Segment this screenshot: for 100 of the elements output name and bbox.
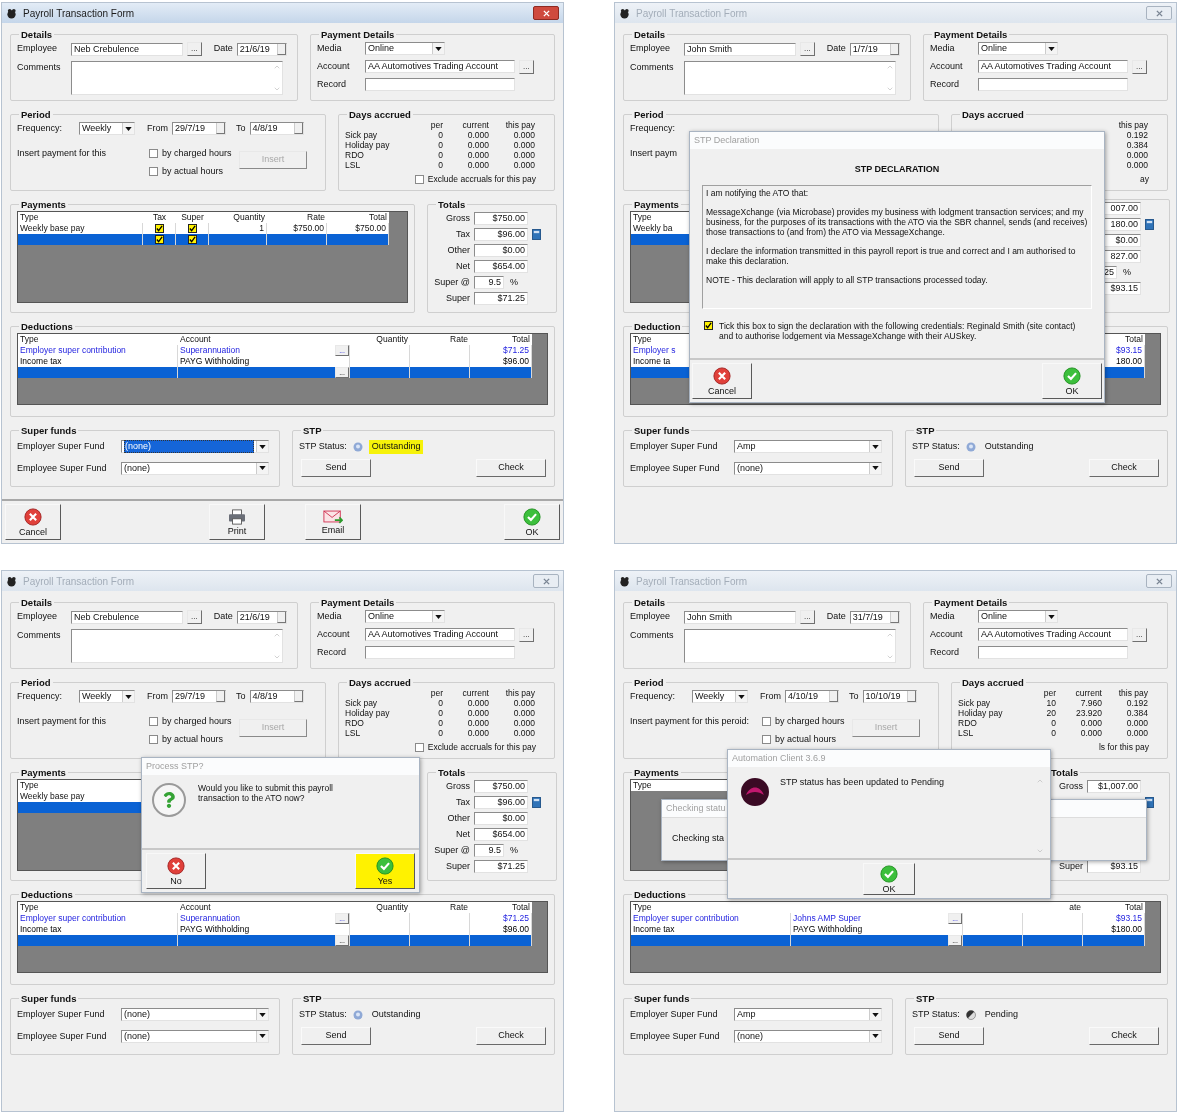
account-field[interactable]: AA Automotives Trading Account [365,628,515,641]
rate-field[interactable]: 9.5 [474,276,504,289]
checkbox[interactable] [149,717,158,727]
date-field[interactable]: 10/10/19 [862,690,917,703]
send-button[interactable]: Send [301,458,371,477]
rate-field[interactable]: 9.5 [474,844,504,857]
frequency-dropdown[interactable]: Weekly [79,122,135,135]
table-row[interactable]: Income tax PAYG Withholding $96.00 [18,924,532,935]
send-button[interactable]: Send [914,458,984,477]
browse-button[interactable]: ... [187,610,202,624]
browse-button[interactable]: ... [187,42,202,56]
print-button[interactable]: Print [209,504,265,540]
employer-fund-dropdown[interactable]: (none) [121,440,269,454]
total-field[interactable]: $1,007.00 [1087,780,1141,793]
check-button[interactable]: Check [476,458,546,477]
employee-field[interactable]: Neb Crebulence [71,610,183,624]
total-field[interactable]: $71.25 [474,860,528,873]
total-field[interactable]: $96.00 [474,796,528,809]
record-field[interactable] [978,645,1128,659]
employer-fund-dropdown[interactable]: (none) [121,1008,269,1022]
browse-button[interactable]: ... [1132,59,1147,74]
checkbox[interactable] [187,235,197,244]
calculator-icon[interactable] [532,229,541,240]
record-field[interactable] [365,77,515,91]
checkbox[interactable] [187,224,197,233]
browse-button[interactable]: ... [519,59,534,74]
record-field[interactable] [365,645,515,659]
checkbox[interactable] [149,149,158,159]
date-field[interactable]: 29/7/19 [172,122,226,135]
close-button[interactable] [533,6,559,20]
cancel-button[interactable]: Cancel [692,363,752,399]
send-button[interactable]: Send [301,1026,371,1045]
date-field[interactable]: 29/7/19 [172,690,226,703]
total-field[interactable]: $71.25 [474,292,528,305]
table-row[interactable] [18,234,389,245]
media-dropdown[interactable]: Online [365,42,445,56]
employee-fund-dropdown[interactable]: (none) [121,1029,269,1043]
total-field[interactable]: $0.00 [474,244,528,257]
checkbox[interactable] [762,734,771,744]
media-dropdown[interactable]: Online [978,610,1058,624]
date-field[interactable]: 31/7/19 [849,610,900,624]
checkbox[interactable] [414,174,424,184]
browse-button[interactable]: ... [519,627,534,642]
date-field[interactable]: 4/8/19 [249,122,304,135]
check-button[interactable]: Check [1089,458,1159,477]
ok-button[interactable]: Yes [355,853,415,889]
date-field[interactable]: 4/10/19 [785,690,839,703]
employee-field[interactable]: John Smith [684,610,796,624]
check-button[interactable]: Check [1089,1026,1159,1045]
frequency-dropdown[interactable]: Weekly [692,690,748,703]
employee-fund-dropdown[interactable]: (none) [734,1029,882,1043]
employee-field[interactable]: Neb Crebulence [71,42,183,56]
calculator-icon[interactable] [1145,219,1154,230]
checkbox[interactable] [762,717,771,727]
account-field[interactable]: AA Automotives Trading Account [365,60,515,73]
ok-button[interactable]: OK [504,504,560,540]
checkbox[interactable] [704,320,713,330]
ok-button[interactable]: OK [1042,363,1102,399]
total-field[interactable]: $0.00 [474,812,528,825]
employee-field[interactable]: John Smith [684,42,796,56]
employer-fund-dropdown[interactable]: Amp [734,440,882,454]
frequency-dropdown[interactable]: Weekly [79,690,135,703]
browse-button[interactable]: ... [1132,627,1147,642]
check-button[interactable]: Check [476,1026,546,1045]
table-row[interactable]: Income tax PAYG Withholding $180.00 [631,924,1145,935]
table-row[interactable]: Income tax PAYG Withholding $96.00 [18,356,532,367]
browse-button[interactable]: ... [800,42,815,56]
date-field[interactable]: 1/7/19 [849,42,900,56]
total-field[interactable]: $750.00 [474,212,528,225]
browse-button[interactable]: ... [800,610,815,624]
caret-icon [872,1012,879,1017]
calculator-icon[interactable] [532,797,541,808]
ok-button[interactable]: OK [863,863,915,895]
total-field[interactable]: $654.00 [474,260,528,273]
account-field[interactable]: AA Automotives Trading Account [978,628,1128,641]
email-button[interactable]: Email [305,504,361,540]
checkbox[interactable] [414,742,424,752]
media-dropdown[interactable]: Online [978,42,1058,56]
employee-fund-dropdown[interactable]: (none) [734,461,882,475]
checkbox[interactable] [149,734,158,744]
employee-fund-dropdown[interactable]: (none) [121,461,269,475]
total-field[interactable]: $750.00 [474,780,528,793]
date-field[interactable]: 21/6/19 [236,610,287,624]
checkbox[interactable] [154,224,164,233]
cancel-button[interactable]: Cancel [5,504,61,540]
account-field[interactable]: AA Automotives Trading Account [978,60,1128,73]
date-field[interactable]: 21/6/19 [236,42,287,56]
column-header: this pay [1118,120,1148,130]
employer-fund-dropdown[interactable]: Amp [734,1008,882,1022]
send-button[interactable]: Send [914,1026,984,1045]
table-row[interactable]: Weekly base pay 1 $750.00 $750.00 [18,223,389,234]
total-field[interactable]: $654.00 [474,828,528,841]
cancel-button[interactable]: No [146,853,206,889]
media-dropdown[interactable]: Online [365,610,445,624]
date-field[interactable]: 4/8/19 [249,690,304,703]
record-field[interactable] [978,77,1128,91]
checkbox[interactable] [154,235,164,244]
table-cell: Income tax [20,924,62,935]
checkbox[interactable] [149,166,158,176]
total-field[interactable]: $96.00 [474,228,528,241]
